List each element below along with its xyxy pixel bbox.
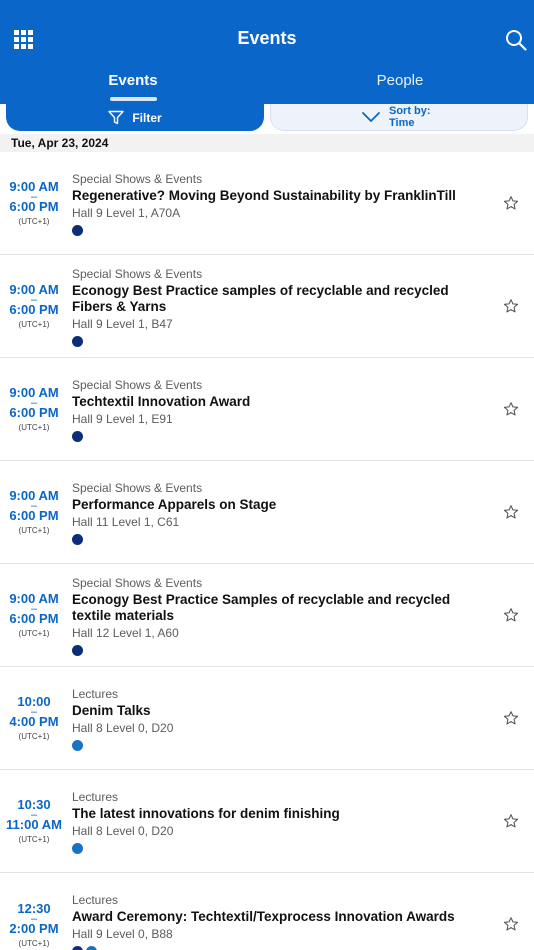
event-location: Hall 9 Level 1, E91	[72, 411, 173, 426]
event-location: Hall 9 Level 1, A70A	[72, 205, 181, 220]
tab-people[interactable]: People	[364, 72, 436, 102]
event-time: 10:00 – 4:00 PM (UTC+1)	[0, 667, 68, 769]
timezone: (UTC+1)	[18, 732, 50, 741]
event-time: 12:30 – 2:00 PM (UTC+1)	[0, 873, 68, 950]
timezone: (UTC+1)	[18, 938, 50, 948]
grid-menu-icon[interactable]	[14, 30, 34, 50]
topic-dot	[72, 739, 83, 751]
sort-label: Sort by: Time	[389, 105, 431, 129]
end-time: 6:00 PM	[9, 199, 59, 214]
event-time: 9:00 AM – 6:00 PM (UTC+1)	[0, 564, 68, 666]
end-time: 4:00 PM	[9, 714, 59, 729]
end-time: 6:00 PM	[9, 302, 59, 317]
topic-dot	[72, 842, 83, 854]
timezone: (UTC+1)	[18, 629, 50, 638]
event-time: 9:00 AM – 6:00 PM (UTC+1)	[0, 358, 68, 460]
event-category: Special Shows & Events	[72, 171, 203, 186]
event-item[interactable]: 9:00 AM – 6:00 PM (UTC+1) Special Shows …	[0, 152, 534, 255]
page-title: Events	[237, 28, 297, 48]
topic-dot	[72, 430, 83, 442]
filter-icon	[108, 110, 125, 125]
topic-dot	[86, 946, 97, 950]
topic-dot	[72, 335, 83, 347]
event-title: Award Ceremony: Techtextil/Texprocess In…	[72, 909, 455, 924]
favorite-star-icon[interactable]	[503, 710, 519, 726]
timezone: (UTC+1)	[18, 320, 50, 329]
favorite-star-icon[interactable]	[503, 401, 519, 417]
event-time: 9:00 AM – 6:00 PM (UTC+1)	[0, 152, 68, 254]
topic-dot	[72, 644, 83, 656]
sort-value-text: Time	[389, 117, 415, 129]
topic-dot	[72, 224, 83, 236]
event-location: Hall 9 Level 0, B88	[72, 927, 173, 941]
favorite-star-icon[interactable]	[503, 298, 519, 314]
end-time: 11:00 AM	[6, 817, 62, 832]
event-item[interactable]: 9:00 AM – 6:00 PM (UTC+1) Special Shows …	[0, 358, 534, 461]
search-icon[interactable]	[505, 29, 527, 51]
end-time: 6:00 PM	[9, 508, 59, 523]
event-item[interactable]: 10:00 – 4:00 PM (UTC+1) Lectures Denim T…	[0, 667, 534, 770]
topic-dot	[72, 946, 83, 950]
event-category: Special Shows & Events	[72, 575, 203, 590]
end-time: 2:00 PM	[9, 920, 59, 936]
timezone: (UTC+1)	[18, 526, 50, 535]
end-time: 6:00 PM	[9, 405, 59, 420]
sort-button[interactable]: Sort by: Time	[270, 104, 528, 131]
favorite-star-icon[interactable]	[503, 195, 519, 211]
event-category: Special Shows & Events	[72, 480, 203, 495]
event-title: Performance Apparels on Stage	[72, 496, 277, 512]
event-location: Hall 9 Level 1, B47	[72, 316, 173, 331]
event-time: 10:30 – 11:00 AM (UTC+1)	[0, 770, 68, 872]
favorite-star-icon[interactable]	[503, 504, 519, 520]
event-category: Lectures	[72, 893, 119, 907]
event-item[interactable]: 9:00 AM – 6:00 PM (UTC+1) Special Shows …	[0, 461, 534, 564]
event-category: Lectures	[72, 686, 119, 701]
event-location: Hall 8 Level 0, D20	[72, 720, 174, 735]
timezone: (UTC+1)	[18, 835, 50, 844]
event-list: 9:00 AM – 6:00 PM (UTC+1) Special Shows …	[0, 152, 534, 950]
event-location: Hall 8 Level 0, D20	[72, 823, 174, 838]
event-title: Regenerative? Moving Beyond Sustainabili…	[72, 187, 456, 203]
event-title: Techtextil Innovation Award	[72, 393, 251, 409]
end-time: 6:00 PM	[9, 611, 59, 626]
event-category: Lectures	[72, 789, 119, 804]
event-title: Econogy Best Practice samples of recycla…	[72, 282, 449, 314]
topic-dot	[72, 533, 83, 545]
timezone: (UTC+1)	[18, 423, 50, 432]
event-item[interactable]: 10:30 – 11:00 AM (UTC+1) Lectures The la…	[0, 770, 534, 873]
event-content: Lectures Award Ceremony: Techtextil/Texp…	[72, 873, 492, 950]
timezone: (UTC+1)	[18, 217, 50, 226]
event-item[interactable]: 9:00 AM – 6:00 PM (UTC+1) Special Shows …	[0, 564, 534, 667]
event-title: Econogy Best Practice Samples of recycla…	[72, 591, 451, 623]
selected-tab-indicator	[110, 97, 157, 101]
date-header: Tue, Apr 23, 2024	[0, 134, 534, 152]
event-item[interactable]: 12:30 – 2:00 PM (UTC+1) Lectures Award C…	[0, 873, 534, 950]
sort-by-text: Sort by:	[389, 105, 431, 117]
event-location: Hall 11 Level 1, C61	[72, 514, 180, 529]
event-category: Special Shows & Events	[72, 266, 203, 281]
favorite-star-icon[interactable]	[503, 607, 519, 623]
favorite-star-icon[interactable]	[503, 813, 519, 829]
event-title: The latest innovations for denim finishi…	[72, 805, 340, 821]
event-item[interactable]: 9:00 AM – 6:00 PM (UTC+1) Special Shows …	[0, 255, 534, 358]
chevron-down-icon	[362, 112, 380, 122]
event-time: 9:00 AM – 6:00 PM (UTC+1)	[0, 255, 68, 357]
filter-button[interactable]: Filter	[6, 104, 264, 131]
event-title: Denim Talks	[72, 702, 151, 718]
event-category: Special Shows & Events	[72, 377, 203, 392]
filter-label: Filter	[132, 110, 162, 125]
event-location: Hall 12 Level 1, A60	[72, 625, 179, 640]
date-label: Tue, Apr 23, 2024	[11, 136, 109, 150]
app-header: Events Events People	[0, 0, 534, 104]
favorite-star-icon[interactable]	[503, 916, 519, 932]
event-time: 9:00 AM – 6:00 PM (UTC+1)	[0, 461, 68, 563]
